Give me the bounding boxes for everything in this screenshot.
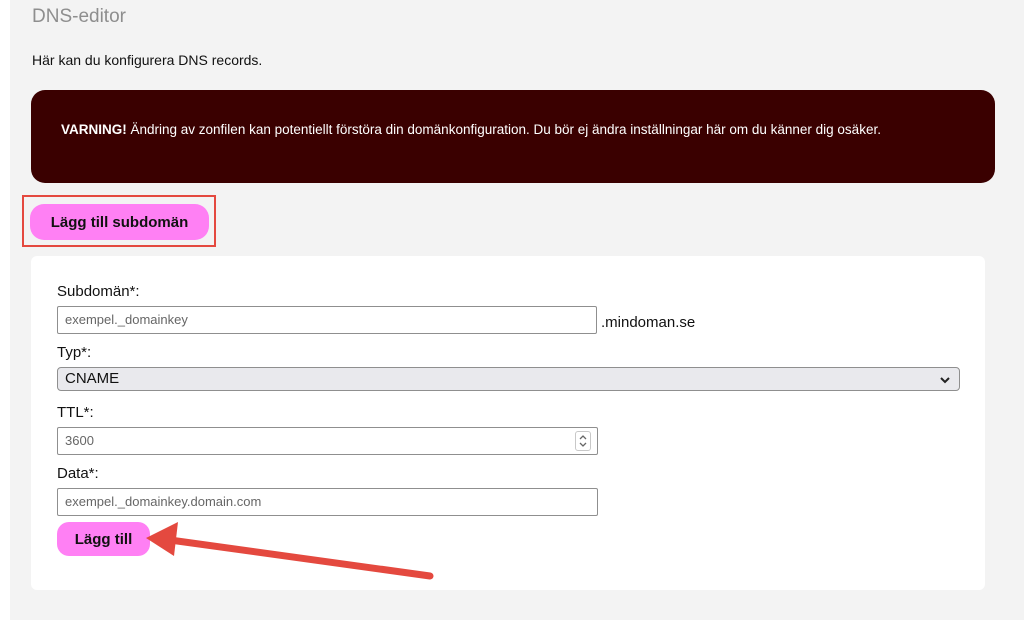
domain-suffix: .mindoman.se [601,314,696,331]
type-label: Typ*: [57,344,92,361]
ttl-label: TTL*: [57,404,94,421]
add-record-button[interactable]: Lägg till [57,522,150,556]
page-intro: Här kan du konfigurera DNS records. [32,52,263,68]
ttl-input-value: 3600 [65,433,94,448]
subdomain-input-value: exempel._domainkey [65,312,188,327]
subdomain-label: Subdomän*: [57,283,140,300]
warning-banner: VARNING! Ändring av zonfilen kan potenti… [31,90,995,183]
data-input-value: exempel._domainkey.domain.com [65,494,262,509]
data-label: Data*: [57,465,99,482]
data-input[interactable]: exempel._domainkey.domain.com [57,488,598,516]
warning-label: VARNING! [61,122,127,137]
spinner-icon[interactable] [575,431,591,451]
add-subdomain-button[interactable]: Lägg till subdomän [30,204,209,240]
chevron-down-icon [939,371,951,393]
page-title: DNS-editor [32,6,126,27]
subdomain-input[interactable]: exempel._domainkey [57,306,597,334]
ttl-input[interactable]: 3600 [57,427,598,455]
type-select-value: CNAME [65,370,120,387]
type-select[interactable]: CNAME [57,367,960,391]
warning-text: Ändring av zonfilen kan potentiellt förs… [126,122,881,137]
